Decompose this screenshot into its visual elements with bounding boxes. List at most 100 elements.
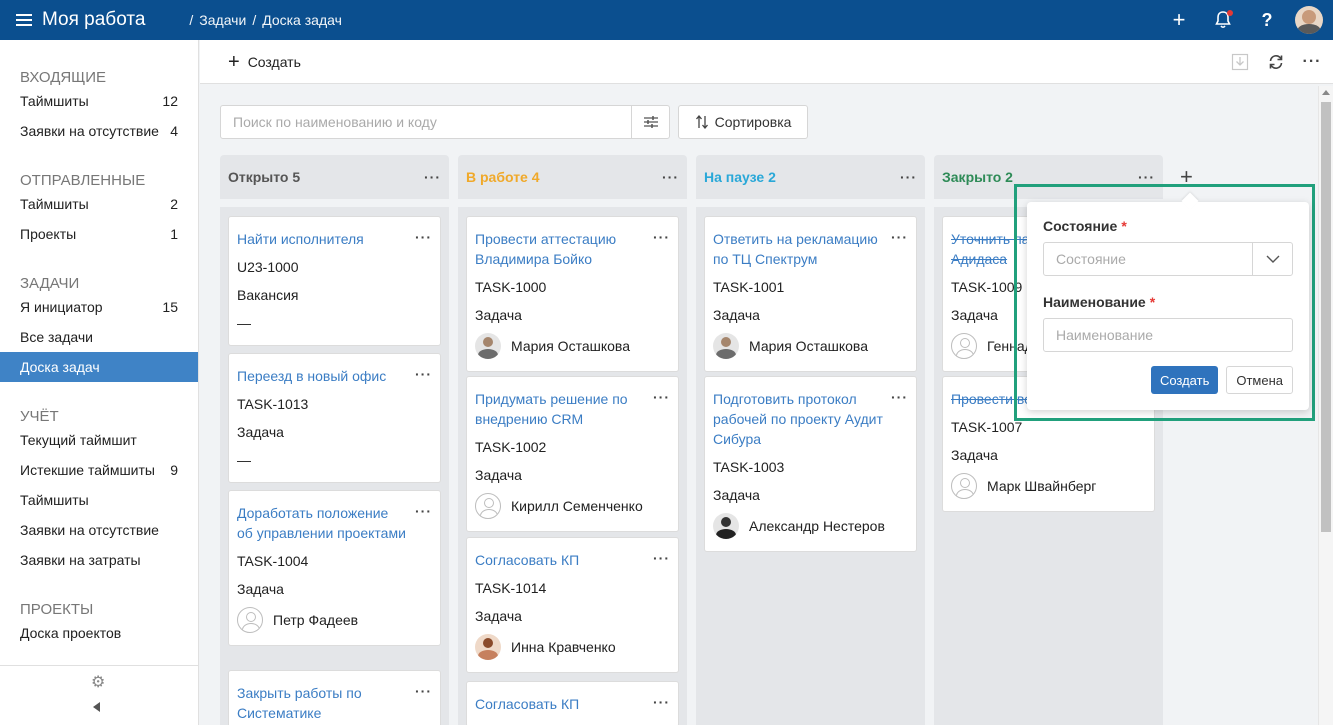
sidebar-item[interactable]: Доска задач — [0, 352, 198, 382]
card-type: Задача — [475, 467, 522, 483]
collapse-sidebar-icon[interactable] — [93, 702, 100, 712]
card-title[interactable]: Согласовать КП — [475, 550, 645, 570]
sidebar-item-label: Проекты — [20, 226, 77, 242]
scroll-thumb[interactable] — [1321, 102, 1331, 532]
task-card[interactable]: Найти исполнителя ··· U23-1000 Вакансия — — [228, 216, 441, 346]
sidebar-item[interactable]: Таймшиты — [0, 485, 198, 515]
card-menu-icon[interactable]: ··· — [653, 550, 670, 566]
create-column-popover: Состояние* Наименование* Создать Отмена — [1027, 192, 1309, 410]
breadcrumb-board: Доска задач — [262, 12, 342, 28]
task-card[interactable]: Переезд в новый офис ··· TASK-1013 Задача… — [228, 353, 441, 483]
card-title[interactable]: Найти исполнителя — [237, 229, 407, 249]
sidebar-item[interactable]: Доска проектов — [0, 618, 198, 648]
card-title[interactable]: Доработать положение об управлении проек… — [237, 503, 407, 543]
avatar-icon — [713, 513, 739, 539]
create-button[interactable]: + Создать — [228, 52, 301, 72]
breadcrumb-tasks[interactable]: Задачи — [199, 12, 246, 28]
scroll-up-icon[interactable] — [1322, 90, 1330, 95]
task-card[interactable]: Доработать положение об управлении проек… — [228, 490, 441, 646]
sort-icon — [695, 115, 708, 129]
task-card[interactable]: Подготовить протокол рабочей по проекту … — [704, 376, 917, 552]
popover-cancel-button[interactable]: Отмена — [1226, 366, 1293, 394]
card-title[interactable]: Согласовать КП — [475, 694, 645, 714]
sidebar-item[interactable]: Заявки на затраты — [0, 545, 198, 575]
breadcrumb-separator: / — [252, 12, 257, 28]
sidebar-item-label: Доска задач — [20, 359, 100, 375]
avatar-icon — [951, 333, 977, 359]
scrollbar[interactable] — [1318, 86, 1333, 725]
sidebar-item-label: Заявки на затраты — [20, 552, 141, 568]
sidebar-item-label: Таймшиты — [20, 196, 89, 212]
card-title[interactable]: Ответить на рекламацию по ТЦ Спектрум — [713, 229, 883, 269]
sidebar-item[interactable]: Таймшиты 2 — [0, 189, 198, 219]
card-menu-icon[interactable]: ··· — [415, 229, 432, 245]
card-assignee: — — [237, 315, 251, 331]
search-input[interactable] — [221, 106, 631, 138]
column-menu-icon[interactable]: ··· — [424, 169, 441, 185]
card-title[interactable]: Переезд в новый офис — [237, 366, 407, 386]
column-menu-icon[interactable]: ··· — [1138, 169, 1155, 185]
assignee-name: Марк Швайнберг — [987, 478, 1097, 494]
sidebar-item[interactable]: Заявки на отсутствие 4 — [0, 116, 198, 146]
card-type: Задача — [475, 608, 522, 624]
card-title[interactable]: Провести аттестацию Владимира Бойко — [475, 229, 645, 269]
card-type: Вакансия — [237, 287, 299, 303]
card-title[interactable]: Закрыть работы по Систематике — [237, 683, 407, 723]
refresh-icon[interactable] — [1267, 53, 1285, 71]
card-title[interactable]: Придумать решение по внедрению CRM — [475, 389, 645, 429]
filter-icon[interactable] — [631, 106, 669, 138]
sort-button[interactable]: Сортировка — [678, 105, 808, 139]
card-assignee: Александр Нестеров — [713, 513, 908, 539]
help-icon[interactable]: ? — [1245, 0, 1289, 40]
card-menu-icon[interactable]: ··· — [415, 503, 432, 519]
card-code: TASK-1013 — [237, 396, 309, 412]
column-menu-icon[interactable]: ··· — [662, 169, 679, 185]
sidebar-item[interactable]: Истекшие таймшиты 9 — [0, 455, 198, 485]
card-menu-icon[interactable]: ··· — [653, 229, 670, 245]
task-card[interactable]: Согласовать КП ··· TASK-1014 Задача Инна … — [466, 537, 679, 673]
app-title[interactable]: Моя работа — [42, 9, 145, 31]
card-menu-icon[interactable]: ··· — [891, 389, 908, 405]
sidebar-item[interactable]: Все задачи — [0, 322, 198, 352]
sidebar-section-title: ЗАДАЧИ — [20, 275, 80, 292]
card-menu-icon[interactable]: ··· — [415, 366, 432, 382]
column-body: Провести аттестацию Владимира Бойко ··· … — [458, 207, 687, 725]
card-title[interactable]: Подготовить протокол рабочей по проекту … — [713, 389, 883, 449]
sidebar-item-count: 2 — [170, 196, 178, 212]
toolbar: + Создать ··· — [200, 40, 1333, 84]
assignee-name: Петр Фадеев — [273, 612, 359, 628]
add-icon[interactable]: + — [1157, 0, 1201, 40]
more-icon[interactable]: ··· — [1303, 53, 1321, 71]
name-input[interactable] — [1043, 318, 1293, 352]
column-menu-icon[interactable]: ··· — [900, 169, 917, 185]
card-menu-icon[interactable]: ··· — [891, 229, 908, 245]
sidebar-item[interactable]: Заявки на отсутствие — [0, 515, 198, 545]
plus-icon: + — [228, 50, 240, 73]
card-menu-icon[interactable]: ··· — [653, 694, 670, 710]
card-menu-icon[interactable]: ··· — [653, 389, 670, 405]
sidebar-item[interactable]: Я инициатор 15 — [0, 292, 198, 322]
sidebar-item[interactable]: Таймшиты 12 — [0, 86, 198, 116]
task-card[interactable]: Согласовать КП ··· — [466, 681, 679, 725]
avatar-icon — [475, 333, 501, 359]
user-avatar[interactable] — [1295, 6, 1323, 34]
task-card[interactable]: Провести аттестацию Владимира Бойко ··· … — [466, 216, 679, 372]
state-input[interactable] — [1044, 243, 1252, 275]
avatar-icon — [475, 634, 501, 660]
popover-create-button[interactable]: Создать — [1150, 366, 1219, 394]
card-menu-icon[interactable]: ··· — [415, 683, 432, 699]
sidebar-item[interactable]: Текущий таймшит — [0, 425, 198, 455]
sidebar-item[interactable]: Проекты 1 — [0, 219, 198, 249]
state-select[interactable] — [1043, 242, 1293, 276]
download-icon[interactable] — [1231, 53, 1249, 71]
column-title: На паузе 2 — [704, 169, 776, 185]
task-card[interactable]: Ответить на рекламацию по ТЦ Спектрум ··… — [704, 216, 917, 372]
chevron-down-icon[interactable] — [1252, 243, 1292, 275]
task-card[interactable]: Закрыть работы по Систематике ··· — [228, 670, 441, 725]
card-code: TASK-1014 — [475, 580, 547, 596]
breadcrumb: / Задачи / Доска задач — [189, 12, 341, 28]
gear-icon[interactable]: ⚙ — [91, 672, 105, 692]
bell-icon[interactable] — [1201, 0, 1245, 40]
menu-icon[interactable] — [16, 14, 32, 26]
task-card[interactable]: Придумать решение по внедрению CRM ··· T… — [466, 376, 679, 532]
